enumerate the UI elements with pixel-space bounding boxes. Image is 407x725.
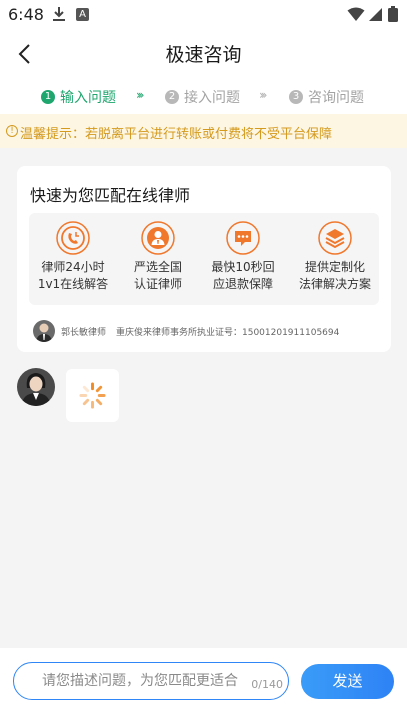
step-number: 2	[165, 90, 179, 104]
step-indicator: 1 输入问题 ››› 2 接入问题 ››› 3 咨询问题	[0, 78, 407, 114]
feature-line: 提供定制化	[304, 260, 365, 274]
feature-line: 法律解决方案	[298, 277, 371, 291]
warning-tip-text: 温馨提示：若脱离平台进行转账或付费将不受平台保障	[20, 127, 333, 142]
feature-line: 严选全国	[133, 260, 182, 274]
feature-line: 最快10秒回	[211, 260, 275, 274]
step-chevrons-icon: ›››	[136, 88, 145, 102]
signal-icon	[369, 8, 382, 21]
step-consult-question: 3 咨询问题	[289, 87, 364, 107]
step-number: 3	[289, 90, 303, 104]
certified-lawyer-icon	[141, 221, 175, 255]
status-time: 6:48	[8, 5, 44, 24]
feature-item-24h: 律师24小时 1v1在线解答	[29, 221, 117, 293]
system-nav-area	[0, 713, 407, 725]
step-input-question: 1 输入问题	[41, 87, 116, 107]
nav-bar: 极速咨询	[0, 30, 407, 78]
battery-icon	[388, 6, 398, 22]
question-input-box[interactable]: 0/140	[13, 662, 289, 700]
feature-item-refund: 最快10秒回 应退款保障	[199, 221, 287, 293]
loading-bubble	[66, 369, 119, 422]
download-icon	[53, 7, 65, 21]
send-button[interactable]: 发送	[301, 664, 394, 699]
step-chevrons-icon: ›››	[259, 88, 268, 102]
status-bar: 6:48 A	[0, 0, 407, 30]
warning-tip-bar: ! 温馨提示：若脱离平台进行转账或付费将不受平台保障	[0, 114, 407, 148]
card-title: 快速为您匹配在线律师	[30, 186, 191, 205]
feature-line: 认证律师	[133, 277, 182, 291]
step-number: 1	[41, 90, 55, 104]
feature-item-certified: 严选全国 认证律师	[114, 221, 202, 293]
layers-icon	[318, 221, 352, 255]
lawyer-license: 重庆俊来律师事务所执业证号：15001201911105694	[116, 328, 340, 338]
wifi-icon	[347, 7, 365, 21]
lawyer-name: 郭长敏律师	[61, 328, 107, 338]
feature-line: 应退款保障	[212, 277, 273, 291]
lawyer-match-card: 快速为您匹配在线律师 律师24小时 1v1在线解答 严选全国 认证律师 最快10…	[17, 166, 391, 352]
step-label: 接入问题	[184, 90, 240, 106]
step-label: 咨询问题	[308, 90, 364, 106]
refund-icon	[226, 221, 260, 255]
feature-grid: 律师24小时 1v1在线解答 严选全国 认证律师 最快10秒回 应退款保障 提供…	[29, 213, 379, 305]
notification-a-icon: A	[76, 8, 89, 21]
feature-item-custom: 提供定制化 法律解决方案	[291, 221, 379, 293]
question-input[interactable]	[14, 663, 250, 698]
lawyer-info-row: 郭长敏律师 重庆俊来律师事务所执业证号：15001201911105694	[33, 320, 383, 344]
page-title: 极速咨询	[165, 44, 242, 66]
lawyer-chat-avatar	[17, 368, 55, 406]
message-composer: 0/140 发送	[0, 648, 407, 713]
lawyer-avatar	[33, 320, 55, 342]
step-receive-question: 2 接入问题	[165, 87, 240, 107]
step-label: 输入问题	[60, 90, 116, 106]
feature-line: 1v1在线解答	[37, 277, 109, 291]
char-counter: 0/140	[251, 678, 283, 691]
feature-line: 律师24小时	[41, 260, 105, 274]
phone-clock-icon	[56, 221, 90, 255]
info-icon: !	[6, 125, 18, 137]
loading-spinner-icon	[79, 382, 106, 409]
